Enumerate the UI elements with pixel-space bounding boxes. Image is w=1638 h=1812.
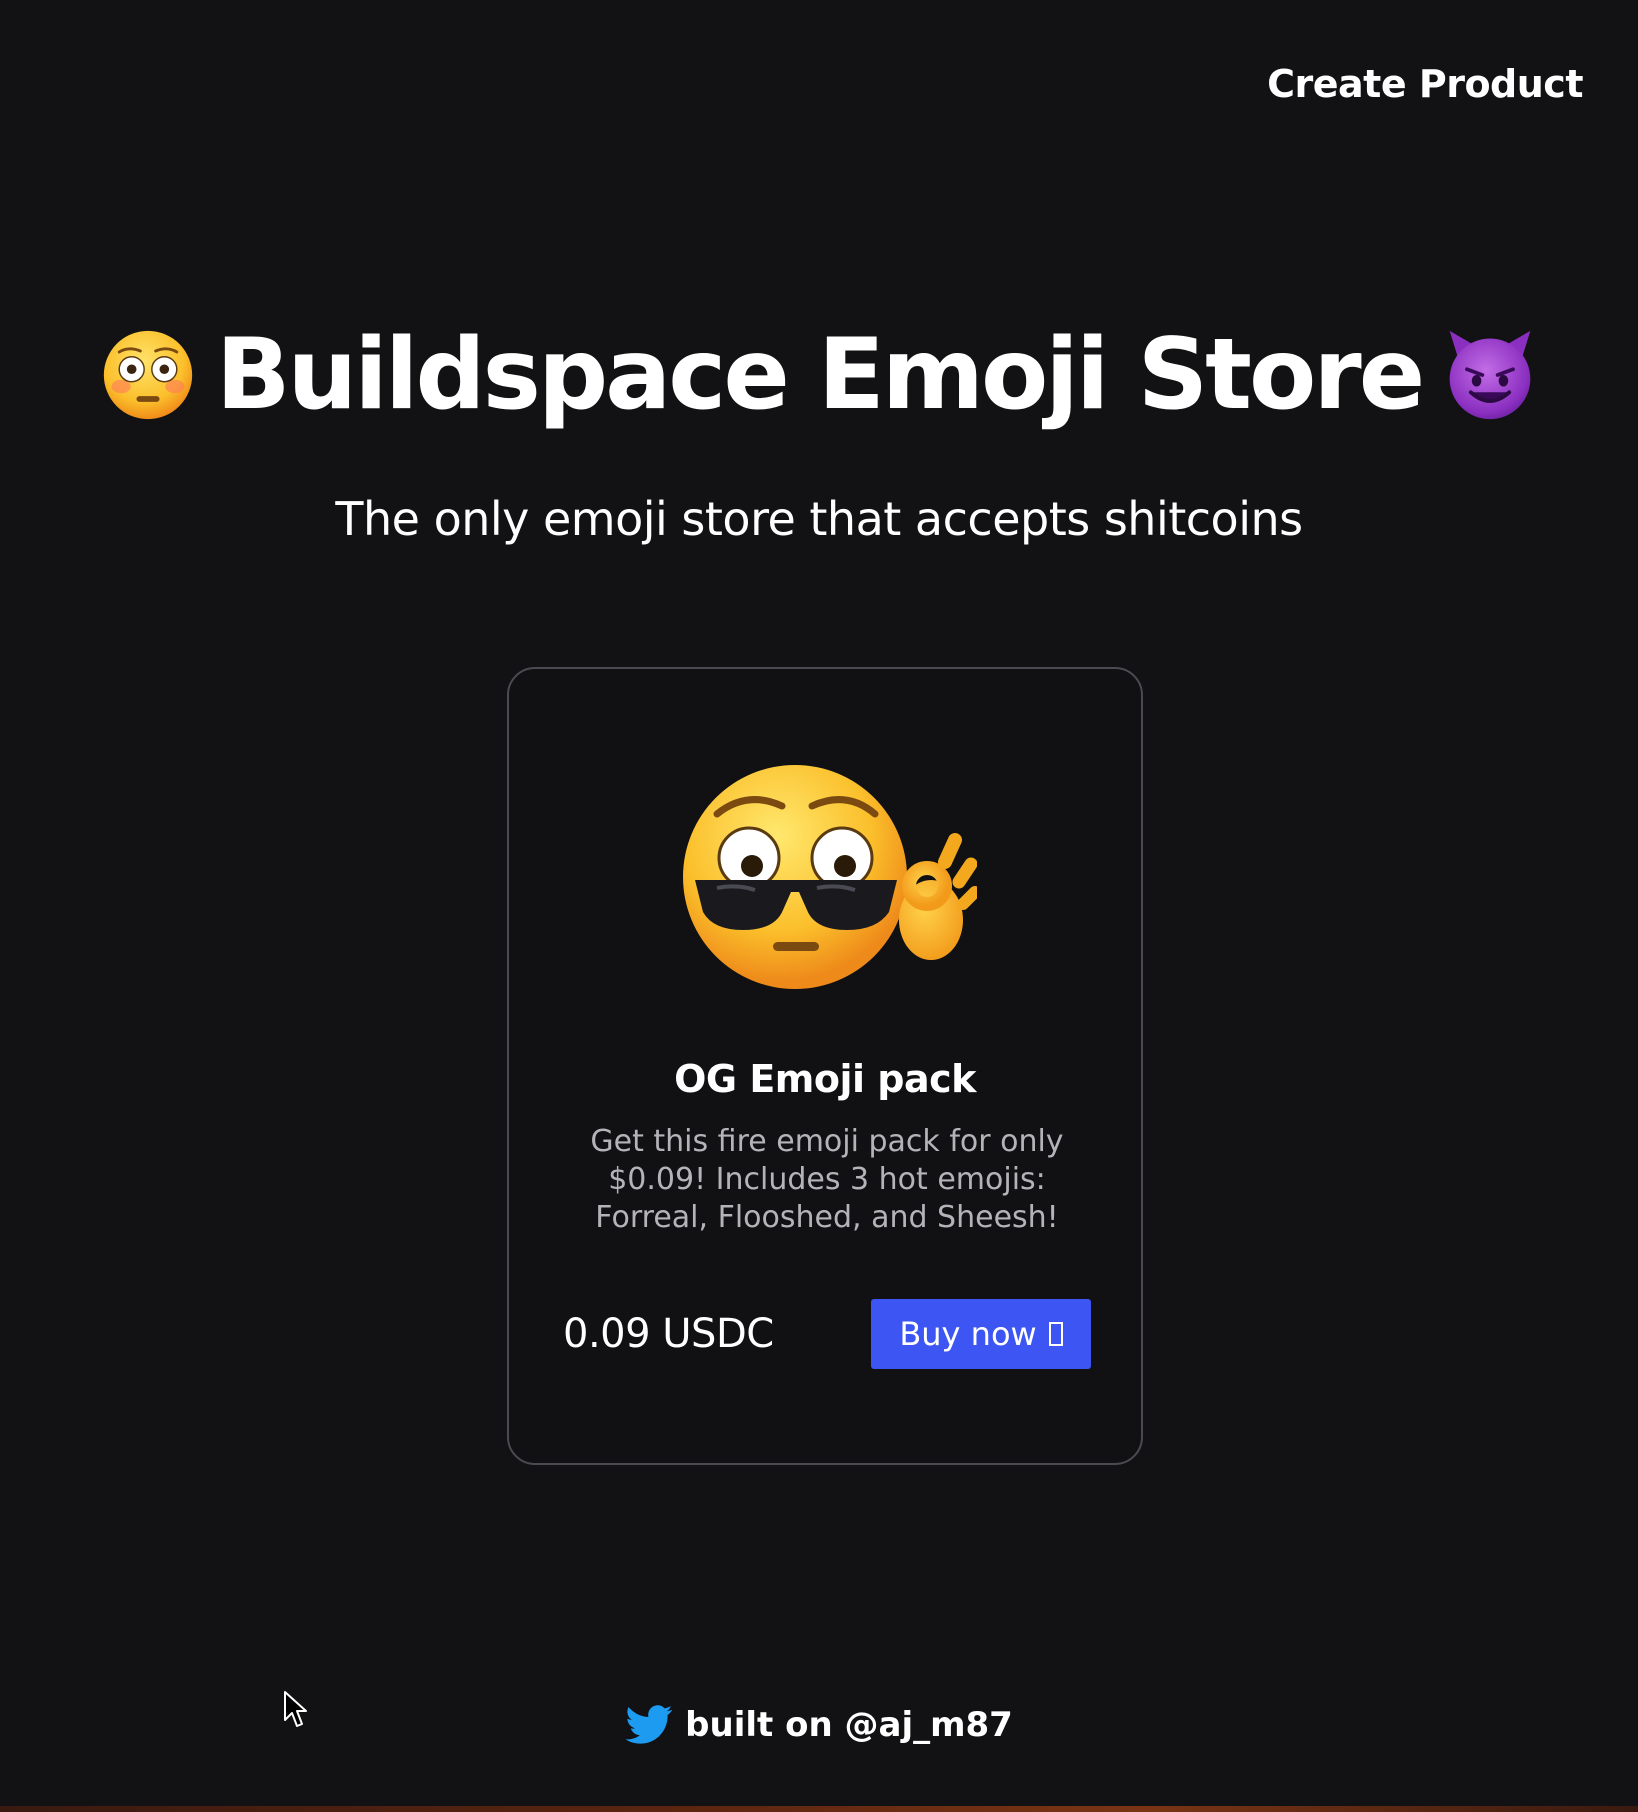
page-subtitle: The only emoji store that accepts shitco…: [335, 492, 1303, 546]
flushed-face-icon: [103, 330, 192, 420]
bottom-edge-bar: [0, 1806, 1638, 1812]
product-description: Get this fire emoji pack for only $0.09!…: [590, 1124, 1064, 1235]
missing-glyph-icon: [1048, 1322, 1063, 1346]
page-title-text: Buildspace Emoji Store: [215, 318, 1425, 432]
create-product-link[interactable]: Create Product: [1267, 62, 1583, 106]
smiling-devil-icon: [1449, 330, 1531, 420]
twitter-handle-link[interactable]: built on @aj_m87: [685, 1705, 1013, 1745]
page-title: Buildspace Emoji Store: [0, 318, 1638, 432]
twitter-icon: [625, 1705, 673, 1744]
footer: built on @aj_m87: [0, 1705, 1638, 1745]
buy-now-button[interactable]: Buy now: [871, 1299, 1091, 1369]
product-name: OG Emoji pack: [674, 1057, 976, 1101]
buy-now-label: Buy now: [899, 1315, 1037, 1353]
product-price: 0.09 USDC: [563, 1311, 774, 1357]
mouse-cursor-icon: [284, 1691, 307, 1727]
sunglasses-ok-hand-emoji-icon: [683, 765, 977, 989]
page: Create Product Buildspace Emoji Store Th…: [0, 0, 1638, 1812]
product-card: OG Emoji pack Get this fire emoji pack f…: [507, 667, 1143, 1465]
